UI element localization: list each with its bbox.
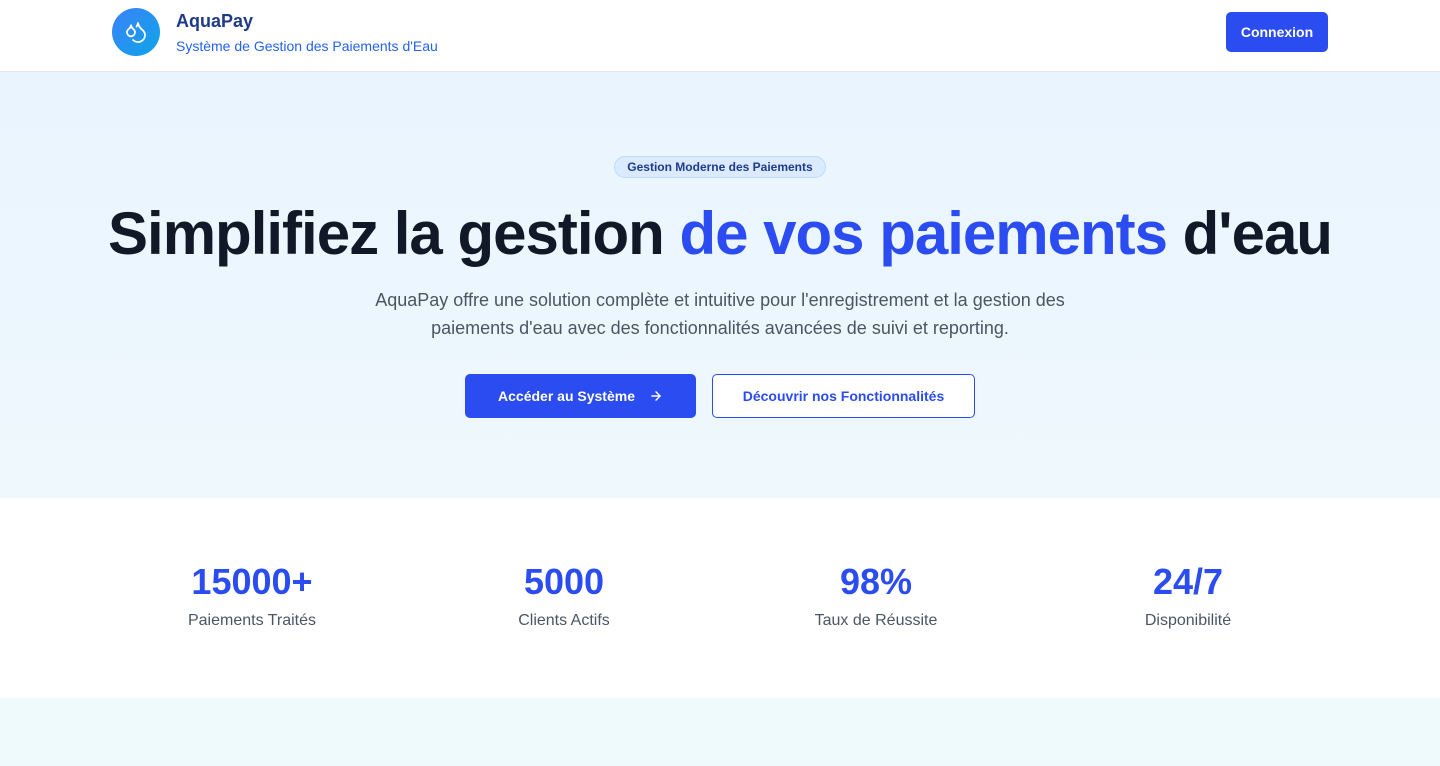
access-system-label: Accéder au Système bbox=[498, 388, 635, 404]
stat-item: 98% Taux de Réussite bbox=[726, 560, 1026, 630]
access-system-button[interactable]: Accéder au Système bbox=[465, 374, 696, 418]
hero-headline: Simplifiez la gestion de vos paiements d… bbox=[0, 196, 1440, 272]
arrow-right-icon bbox=[651, 391, 661, 401]
stat-value: 15000+ bbox=[191, 561, 313, 602]
hero-description-line-2: paiements d'eau avec des fonctionnalités… bbox=[431, 318, 1009, 338]
water-drops-icon[interactable] bbox=[112, 8, 160, 56]
stat-value: 24/7 bbox=[1152, 561, 1224, 602]
headline-part-2: d'eau bbox=[1166, 200, 1333, 267]
hero-section: Gestion Moderne des Paiements Simplifiez… bbox=[0, 72, 1440, 498]
hero-badge: Gestion Moderne des Paiements bbox=[614, 156, 826, 178]
login-button[interactable]: Connexion bbox=[1226, 12, 1328, 52]
stat-label: Disponibilité bbox=[1144, 612, 1232, 629]
discover-features-button[interactable]: Découvrir nos Fonctionnalités bbox=[712, 374, 975, 418]
features-section-top bbox=[0, 698, 1440, 766]
site-header: AquaPay Système de Gestion des Paiements… bbox=[0, 0, 1440, 72]
stat-item: 15000+ Paiements Traités bbox=[102, 560, 402, 630]
stat-value: 5000 bbox=[523, 561, 605, 602]
headline-part-1: Simplifiez la gestion bbox=[108, 200, 680, 267]
stat-label: Clients Actifs bbox=[518, 612, 610, 629]
hero-description: AquaPay offre une solution complète et i… bbox=[320, 286, 1120, 342]
stat-item: 5000 Clients Actifs bbox=[414, 560, 714, 630]
stat-value: 98% bbox=[839, 561, 913, 602]
stats-section: 15000+ Paiements Traités 5000 Clients Ac… bbox=[0, 498, 1440, 698]
brand-name[interactable]: AquaPay bbox=[176, 11, 253, 32]
brand-subtitle: Système de Gestion des Paiements d'Eau bbox=[176, 38, 438, 54]
stat-label: Paiements Traités bbox=[187, 612, 317, 629]
stat-label: Taux de Réussite bbox=[814, 612, 938, 629]
stat-item: 24/7 Disponibilité bbox=[1038, 560, 1338, 630]
hero-description-line-1: AquaPay offre une solution complète et i… bbox=[375, 290, 1065, 310]
headline-accent: de vos paiements bbox=[679, 200, 1168, 267]
